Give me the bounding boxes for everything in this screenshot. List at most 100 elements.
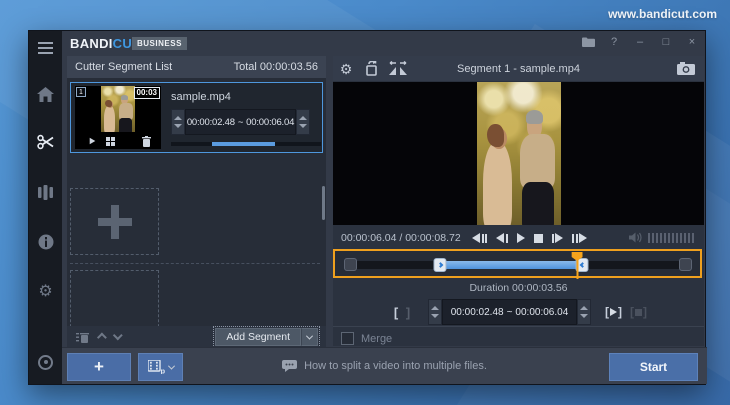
- play-button[interactable]: [516, 231, 525, 245]
- start-button[interactable]: Start: [609, 353, 698, 381]
- segment-start-stepper[interactable]: [171, 109, 185, 135]
- camera-icon: [677, 62, 695, 75]
- speaker-icon[interactable]: [629, 232, 642, 243]
- timeline-left-end[interactable]: [344, 258, 357, 271]
- trim-end-stepper[interactable]: [577, 299, 591, 325]
- snapshot-button[interactable]: [673, 56, 699, 81]
- folder-icon: [581, 37, 595, 47]
- add-file-button[interactable]: +: [67, 353, 131, 381]
- add-segment-group: Add Segment: [213, 326, 320, 348]
- merge-option: Merge: [341, 332, 392, 345]
- help-button[interactable]: ?: [607, 35, 621, 49]
- segment-delete-button[interactable]: [137, 133, 155, 149]
- segment-end-stepper[interactable]: [296, 109, 310, 135]
- spin-down-icon: [431, 314, 439, 318]
- timeline-selected-range[interactable]: [440, 261, 583, 269]
- triangle-right-icon: [579, 233, 587, 243]
- volume-control: [629, 232, 696, 243]
- segment-preview-button[interactable]: [83, 133, 101, 149]
- chevron-right-icon: [437, 262, 443, 268]
- timeline-rail[interactable]: [344, 252, 692, 279]
- segment-row[interactable]: 1 00:03 sample.mp4 00:00:02.48 ~ 00:00:0…: [70, 82, 323, 153]
- segment-time-field[interactable]: 00:00:02.48 ~ 00:00:06.04: [185, 109, 296, 135]
- play-segment-button[interactable]: []: [605, 305, 622, 319]
- gear-icon: ⚙: [38, 283, 53, 300]
- triangle-left-icon: [472, 233, 480, 243]
- chevron-up-icon: [96, 332, 107, 342]
- maximize-button[interactable]: □: [659, 35, 673, 49]
- segment-list-title: Cutter Segment List: [75, 61, 173, 73]
- delete-list-icon: [75, 332, 89, 343]
- split-segment-button[interactable]: [385, 56, 411, 81]
- trim-time-field[interactable]: 00:00:02.48 ~ 00:00:06.04: [442, 299, 577, 325]
- minimize-button[interactable]: –: [633, 35, 647, 49]
- next-frame-button[interactable]: [551, 231, 563, 245]
- scissors-icon: [36, 134, 53, 150]
- record-icon: [38, 354, 53, 370]
- hamburger-icon: [38, 42, 53, 44]
- playhead-stem: [576, 260, 579, 279]
- chevron-down-icon: [167, 362, 175, 370]
- triangle-left-icon: [496, 233, 504, 243]
- sidebar-item-home[interactable]: [29, 83, 62, 105]
- timeline-right-end[interactable]: [679, 258, 692, 271]
- home-icon: [37, 86, 54, 102]
- chevron-left-icon: [579, 262, 586, 268]
- sidebar-item-info[interactable]: [29, 231, 62, 253]
- grid-icon: [105, 136, 115, 146]
- info-icon: [38, 234, 53, 250]
- add-segment-dropdown[interactable]: [301, 328, 318, 346]
- trim-end-time: 00:00:06.04: [515, 306, 569, 318]
- bottom-bar: How to split a video into multiple files…: [62, 347, 707, 384]
- trim-start-stepper[interactable]: [428, 299, 442, 325]
- set-end-button[interactable]: ]: [402, 305, 414, 320]
- add-segment-button[interactable]: Add Segment: [215, 328, 301, 346]
- duration-label: Duration 00:00:03.56: [469, 282, 568, 294]
- record-button[interactable]: [29, 351, 62, 373]
- sidebar-item-cut[interactable]: [29, 131, 62, 153]
- copy-segment-button[interactable]: [359, 56, 385, 81]
- preset-button[interactable]: p: [138, 353, 183, 381]
- stop-button[interactable]: [533, 231, 543, 245]
- open-file-button[interactable]: [581, 35, 595, 49]
- volume-slider[interactable]: [648, 232, 696, 243]
- svg-text:p: p: [160, 367, 165, 375]
- sidebar-item-settings[interactable]: ⚙: [29, 281, 62, 303]
- bandicut-window: ⚙ BANDICUT BUSINESS ? – □ × Cutter Segme…: [28, 30, 707, 385]
- range-separator: ~: [237, 116, 244, 128]
- segment-list-scrollbar[interactable]: [322, 186, 325, 220]
- stop-segment-button[interactable]: []: [630, 305, 647, 319]
- window-controls: ? – □ ×: [581, 35, 699, 49]
- play-icon: [516, 233, 525, 243]
- move-up-button[interactable]: [91, 329, 109, 345]
- segment-placeholder[interactable]: [70, 188, 159, 255]
- merge-checkbox[interactable]: [341, 332, 354, 345]
- timeline-playhead[interactable]: [571, 252, 583, 279]
- prev-keyframe-button[interactable]: [472, 231, 487, 245]
- prev-frame-button[interactable]: [496, 231, 508, 245]
- divider: [333, 326, 704, 327]
- timecode-display: 00:00:06.04 / 00:00:08.72: [341, 232, 461, 244]
- segment-settings-button[interactable]: ⚙: [333, 56, 359, 81]
- spin-up-icon: [299, 116, 307, 120]
- trim-controls: [ ] 00:00:02.48 ~ 00:00:06.04 [] []: [333, 299, 704, 325]
- segment-range-bar: [171, 142, 321, 146]
- timeline-start-handle[interactable]: [433, 258, 447, 272]
- spin-up-icon: [431, 306, 439, 310]
- merge-label: Merge: [361, 332, 393, 345]
- child-figure: [483, 124, 512, 225]
- spin-up-icon: [580, 306, 588, 310]
- preview-panel: Segment 1 - sample.mp4 ⚙ 00:00:06.04 / 0…: [333, 56, 704, 346]
- segment-start-time: 00:00:02.48: [186, 116, 235, 128]
- delete-all-button[interactable]: [73, 329, 91, 345]
- sidebar-item-join[interactable]: [29, 181, 62, 203]
- split-icon: [389, 61, 407, 75]
- segment-list-footer: Add Segment: [67, 326, 326, 348]
- menu-button[interactable]: [29, 37, 62, 59]
- next-keyframe-button[interactable]: [572, 231, 587, 245]
- move-down-button[interactable]: [109, 329, 127, 345]
- set-start-button[interactable]: [: [390, 305, 402, 320]
- segment-grid-button[interactable]: [101, 133, 119, 149]
- segment-index-badge: 1: [76, 87, 86, 97]
- close-button[interactable]: ×: [685, 35, 699, 49]
